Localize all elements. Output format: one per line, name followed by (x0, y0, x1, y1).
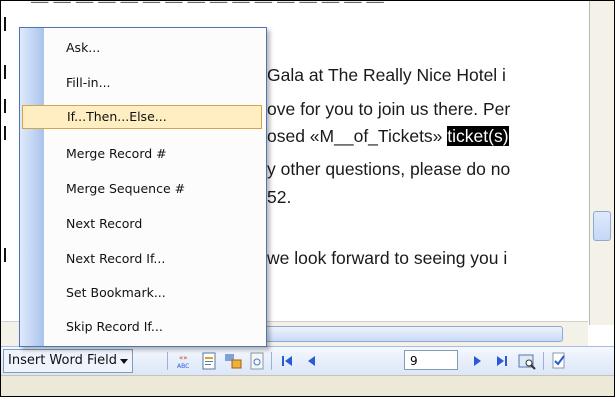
vertical-scroll-thumb[interactable] (593, 211, 611, 241)
document-line: we look forward to seeing you i (267, 248, 508, 268)
svg-text:«»: «» (179, 354, 188, 362)
menu-item-skip-record-if[interactable]: Skip Record If... (48, 315, 262, 339)
insert-word-field-menu: Ask... Fill-in... If...Then...Else... Me… (19, 27, 267, 347)
status-bar (1, 375, 614, 396)
toolbar-separator (543, 352, 544, 370)
insert-word-field-button[interactable]: Insert Word Field (3, 349, 133, 373)
document-line: osed «M__of_Tickets» ticket(s) (267, 126, 509, 146)
menu-icon-strip (20, 28, 44, 346)
document-line: 52. (267, 187, 292, 207)
text-edge-mark (4, 248, 6, 262)
dropdown-arrow-icon (119, 358, 128, 364)
next-record-icon[interactable] (468, 351, 488, 371)
menu-item-merge-record[interactable]: Merge Record # (48, 142, 262, 166)
last-record-icon[interactable] (492, 351, 512, 371)
toolbar-separator (271, 352, 272, 370)
menu-item-if-then-else[interactable]: If...Then...Else... (22, 105, 262, 129)
svg-text:ABC: ABC (177, 363, 189, 370)
text-edge-mark (4, 126, 6, 140)
text-edge-mark (4, 65, 6, 79)
document-line-text: osed «M__of_Tickets» (267, 126, 448, 146)
menu-item-set-bookmark[interactable]: Set Bookmark... (48, 281, 262, 305)
document-line: y other questions, please do no (267, 159, 511, 179)
recalc-icon[interactable] (247, 351, 267, 371)
text-edge-mark (4, 99, 6, 113)
horizontal-scroll-thumb[interactable] (265, 326, 563, 342)
text-edge-mark (4, 17, 6, 31)
mail-merge-toolbar: Insert Word Field «» ABC 9 (1, 346, 614, 376)
find-entry-icon[interactable] (517, 351, 537, 371)
menu-item-fill-in[interactable]: Fill-in... (48, 71, 262, 95)
menu-item-next-record[interactable]: Next Record (48, 212, 262, 236)
menu-item-next-record-if[interactable]: Next Record If... (48, 247, 262, 271)
check-errors-icon[interactable] (549, 351, 569, 371)
insert-word-field-label: Insert Word Field (8, 353, 117, 368)
document-line: ove for you to join us there. Per (267, 99, 511, 119)
merge-field-codes-icon[interactable]: «» ABC (175, 351, 195, 371)
word-window-fragment: — — — — — — — — — — — — — — — — Gala at … (0, 0, 615, 397)
first-record-icon[interactable] (277, 351, 297, 371)
clipped-text-line: — — — — — — — — — — — — — — — — (31, 1, 384, 11)
previous-record-icon[interactable] (301, 351, 321, 371)
record-number-input[interactable]: 9 (404, 350, 458, 370)
field-shading-icon[interactable] (223, 351, 243, 371)
menu-item-merge-sequence[interactable]: Merge Sequence # (48, 177, 262, 201)
selected-text[interactable]: ticket(s) (447, 126, 509, 146)
document-line: Gala at The Really Nice Hotel i (267, 65, 506, 85)
show-fields-icon[interactable] (199, 351, 219, 371)
vertical-scrollbar[interactable] (589, 1, 614, 325)
menu-item-ask[interactable]: Ask... (48, 36, 262, 60)
toolbar-separator (167, 352, 168, 370)
